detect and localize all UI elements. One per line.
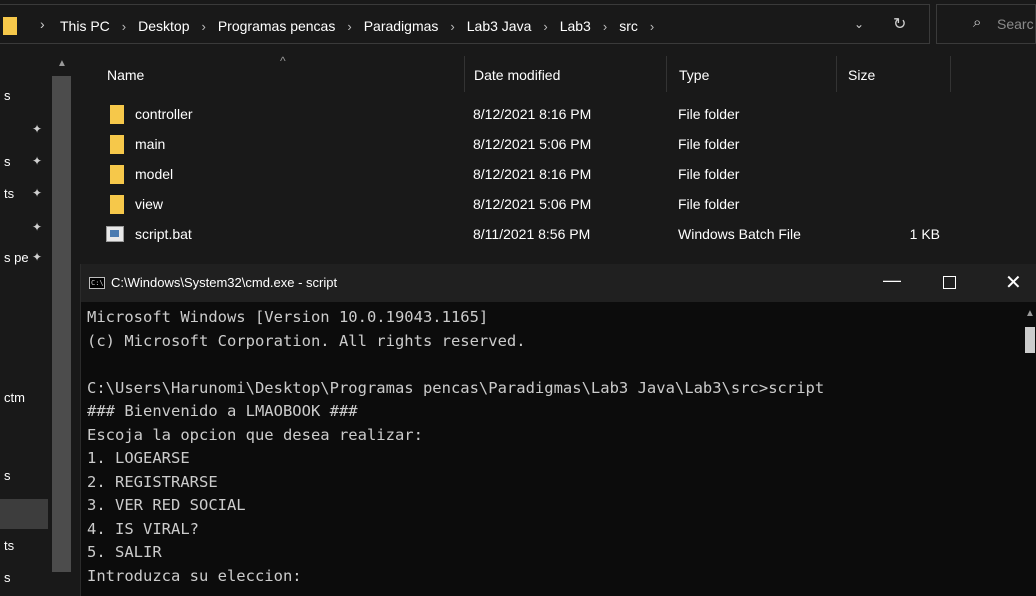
nav-scrollbar[interactable] (52, 76, 71, 572)
close-icon[interactable]: ✕ (1005, 270, 1022, 295)
cell-date: 8/12/2021 8:16 PM (473, 106, 592, 122)
breadcrumb[interactable]: › This PC › Desktop › Programas pencas › Parad… (0, 4, 930, 44)
breadcrumb-list: This PC › Desktop › Programas pencas › Paradig… (60, 18, 666, 34)
minimize-icon[interactable]: — (883, 270, 901, 291)
cell-size: 1 KB (909, 226, 940, 242)
cell-name: view (135, 196, 164, 212)
nav-item-label[interactable]: s (4, 88, 11, 103)
cell-date: 8/12/2021 5:06 PM (473, 196, 592, 212)
nav-item-label[interactable]: s (4, 154, 11, 169)
folder-icon (110, 165, 124, 184)
pin-icon: ✦ (32, 186, 43, 200)
navigation-pane: ▲ s ✦ s ✦ ts ✦ ✦ s pe ✦ ctm s ts s (0, 54, 76, 596)
cmd-window: C:\ C:\Windows\System32\cmd.exe - script… (80, 264, 1036, 596)
table-row[interactable]: view 8/12/2021 5:06 PM File folder (80, 190, 1036, 220)
nav-item-label[interactable]: s pe (4, 250, 29, 265)
file-list: ^ Name Date modified Type Size controlle… (80, 54, 1036, 264)
search-icon: ⌕ (973, 14, 982, 31)
chevron-right-icon[interactable]: › (122, 19, 126, 34)
table-row[interactable]: model 8/12/2021 8:16 PM File folder (80, 160, 1036, 190)
cell-name: controller (135, 106, 193, 122)
chevron-right-icon[interactable]: › (650, 19, 654, 34)
console-line: 3. VER RED SOCIAL (87, 496, 246, 514)
cell-name: main (135, 136, 166, 152)
scroll-up-icon[interactable]: ▲ (57, 58, 67, 69)
chevron-right-icon[interactable]: › (603, 19, 607, 34)
console-line: 1. LOGEARSE (87, 449, 190, 467)
column-divider[interactable] (666, 56, 667, 92)
cell-name: script.bat (135, 226, 192, 242)
console-line: C:\Users\Harunomi\Desktop\Programas penc… (87, 378, 825, 397)
column-divider[interactable] (464, 56, 465, 92)
batch-file-icon (106, 226, 124, 242)
nav-item-label[interactable]: ts (4, 538, 14, 553)
search-input[interactable]: ⌕ Searc (936, 4, 1036, 44)
breadcrumb-item[interactable]: Lab3 Java (467, 18, 532, 34)
console-line: 4. IS VIRAL? (87, 519, 199, 538)
cmd-titlebar[interactable]: C:\ C:\Windows\System32\cmd.exe - script… (81, 264, 1036, 302)
cell-type: Windows Batch File (678, 226, 801, 242)
cell-type: File folder (678, 166, 740, 182)
address-bar: › This PC › Desktop › Programas pencas › Parad… (0, 0, 1036, 50)
console-line: 5. SALIR (87, 543, 162, 561)
folder-icon (110, 195, 124, 214)
table-row[interactable]: script.bat 8/11/2021 8:56 PM Windows Batch… (80, 220, 1036, 250)
folder-icon (3, 17, 17, 35)
nav-item-label[interactable]: s (4, 570, 11, 585)
table-row[interactable]: main 8/12/2021 5:06 PM File folder (80, 130, 1036, 160)
cell-type: File folder (678, 136, 740, 152)
console-line: Introduzca su eleccion: (87, 566, 302, 585)
search-placeholder: Searc (997, 16, 1034, 32)
nav-item-label[interactable]: ts (4, 186, 14, 201)
chevron-right-icon[interactable]: › (450, 19, 454, 34)
breadcrumb-item[interactable]: Desktop (138, 18, 189, 34)
breadcrumb-item[interactable]: Lab3 (560, 18, 591, 34)
refresh-icon[interactable]: ↻ (893, 14, 906, 34)
column-header-size[interactable]: Size (848, 67, 875, 83)
chevron-right-icon[interactable]: › (347, 19, 351, 34)
window-title: C:\Windows\System32\cmd.exe - script (111, 275, 338, 290)
console-line: ### Bienvenido a LMAOBOOK ### (87, 402, 358, 420)
chevron-right-icon[interactable]: › (543, 19, 547, 34)
column-divider[interactable] (950, 56, 951, 92)
breadcrumb-item[interactable]: src (619, 18, 638, 34)
cell-type: File folder (678, 106, 740, 122)
console-output[interactable]: Microsoft Windows [Version 10.0.19043.11… (87, 306, 1017, 596)
cell-date: 8/12/2021 5:06 PM (473, 136, 592, 152)
column-divider[interactable] (836, 56, 837, 92)
folder-icon (110, 135, 124, 154)
nav-item-label[interactable]: s (4, 468, 11, 483)
chevron-down-icon[interactable]: ⌄ (854, 17, 864, 31)
nav-selected-highlight (0, 499, 48, 529)
column-header-date[interactable]: Date modified (474, 67, 560, 83)
chevron-right-icon[interactable]: › (40, 16, 45, 32)
console-line: (c) Microsoft Corporation. All rights re… (87, 331, 526, 350)
breadcrumb-item[interactable]: Paradigmas (364, 18, 439, 34)
scroll-up-icon[interactable]: ▲ (1025, 308, 1035, 319)
pin-icon: ✦ (32, 250, 43, 264)
cell-date: 8/11/2021 8:56 PM (473, 226, 591, 242)
nav-item-label[interactable]: ctm (4, 390, 25, 405)
maximize-icon[interactable] (943, 276, 956, 289)
breadcrumb-item[interactable]: Programas pencas (218, 18, 336, 34)
console-scrollbar[interactable] (1025, 327, 1035, 353)
breadcrumb-item[interactable]: This PC (60, 18, 110, 34)
pin-icon: ✦ (32, 220, 43, 234)
column-header-type[interactable]: Type (679, 67, 709, 83)
cell-date: 8/12/2021 8:16 PM (473, 166, 592, 182)
folder-icon (110, 105, 124, 124)
pin-icon: ✦ (32, 122, 43, 136)
table-row[interactable]: controller 8/12/2021 8:16 PM File folder (80, 100, 1036, 130)
chevron-right-icon[interactable]: › (202, 19, 206, 34)
cell-type: File folder (678, 196, 740, 212)
cmd-app-icon: C:\ (89, 277, 105, 289)
pin-icon: ✦ (32, 154, 43, 168)
console-line: Escoja la opcion que desea realizar: (87, 425, 423, 444)
console-line: 2. REGISTRARSE (87, 472, 218, 491)
column-header-name[interactable]: Name (107, 67, 144, 83)
cell-name: model (135, 166, 174, 182)
console-line: Microsoft Windows [Version 10.0.19043.11… (87, 308, 489, 326)
sort-ascending-icon: ^ (280, 54, 286, 68)
